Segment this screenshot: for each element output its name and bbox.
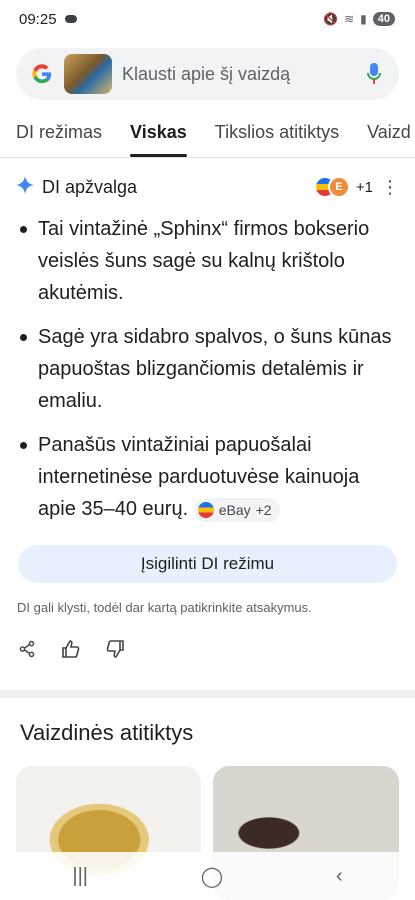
search-tabs: DI režimas Viskas Tikslios atitiktys Vai… xyxy=(0,112,415,158)
list-item: Panašūs vintažiniai papuošalai interneti… xyxy=(18,429,398,525)
google-logo-icon xyxy=(30,62,54,86)
ebay-favicon-icon xyxy=(197,501,214,518)
ai-overview-title-group: DI apžvalga xyxy=(16,175,138,199)
recents-button-icon[interactable]: ||| xyxy=(72,865,88,888)
section-divider xyxy=(0,690,415,698)
query-image-thumbnail[interactable] xyxy=(64,54,112,94)
list-item: Tai vintažinė „Sphinx“ firmos bokserio v… xyxy=(18,213,398,309)
list-item: Sagė yra sidabro spalvos, o šuns kūnas p… xyxy=(18,321,398,417)
mic-icon[interactable] xyxy=(363,62,385,86)
ai-overview-bullets: Tai vintažinė „Sphinx“ firmos bokserio v… xyxy=(18,213,398,537)
notification-icon xyxy=(64,15,77,23)
system-nav-bar: ||| ◯ ‹ xyxy=(16,852,399,900)
ai-mode-deep-dive-button[interactable]: Įsigilinti DI režimu xyxy=(18,545,397,583)
bullet-text: Tai vintažinė „Sphinx“ firmos bokserio v… xyxy=(38,218,370,304)
search-input[interactable]: Klausti apie šį vaizdą xyxy=(122,64,353,85)
signal-icon: ▮ xyxy=(360,12,367,26)
thumbs-up-icon[interactable] xyxy=(60,638,82,660)
status-time: 09:25 xyxy=(19,10,57,28)
source-chip-label: eBay xyxy=(218,501,251,518)
feedback-actions xyxy=(16,638,126,660)
ai-overview-header: DI apžvalga E +1 ⋮ xyxy=(16,172,399,202)
search-bar[interactable]: Klausti apie šį vaizdą xyxy=(16,48,399,100)
visual-matches-title: Vaizdinės atitiktys xyxy=(20,720,194,745)
source-chip[interactable]: eBay +2 xyxy=(193,497,280,522)
source-favicons[interactable]: E xyxy=(313,176,350,198)
sparkle-icon xyxy=(16,175,34,199)
mute-icon: 🔇 xyxy=(323,12,339,26)
ai-overview-sources[interactable]: E +1 ⋮ xyxy=(313,176,399,198)
bullet-text: Sagė yra sidabro spalvos, o šuns kūnas p… xyxy=(38,326,392,412)
source-count: +1 xyxy=(355,178,373,196)
status-right: 🔇 ≋ ▮ 40 xyxy=(323,12,395,26)
battery-indicator: 40 xyxy=(372,12,395,26)
tab-ai-mode[interactable]: DI režimas xyxy=(0,112,114,157)
tab-exact-matches[interactable]: Tikslios atitiktys xyxy=(199,112,351,157)
tab-images[interactable]: Vaizd xyxy=(351,112,415,157)
source-chip-extra: +2 xyxy=(255,501,272,518)
back-button-icon[interactable]: ‹ xyxy=(336,865,343,888)
status-bar: 09:25 🔇 ≋ ▮ 40 xyxy=(0,0,415,38)
thumbs-down-icon[interactable] xyxy=(104,638,126,660)
status-left: 09:25 xyxy=(19,11,77,28)
tab-all[interactable]: Viskas xyxy=(114,112,199,157)
wifi-icon: ≋ xyxy=(344,12,355,26)
share-icon[interactable] xyxy=(16,638,38,660)
ai-overview-title: DI apžvalga xyxy=(42,176,138,197)
home-button-icon[interactable]: ◯ xyxy=(201,864,223,889)
source-favicon-2: E xyxy=(327,176,350,198)
more-options-icon[interactable]: ⋮ xyxy=(381,177,399,198)
ai-disclaimer: DI gali klysti, todėl dar kartą patikrin… xyxy=(17,600,312,615)
